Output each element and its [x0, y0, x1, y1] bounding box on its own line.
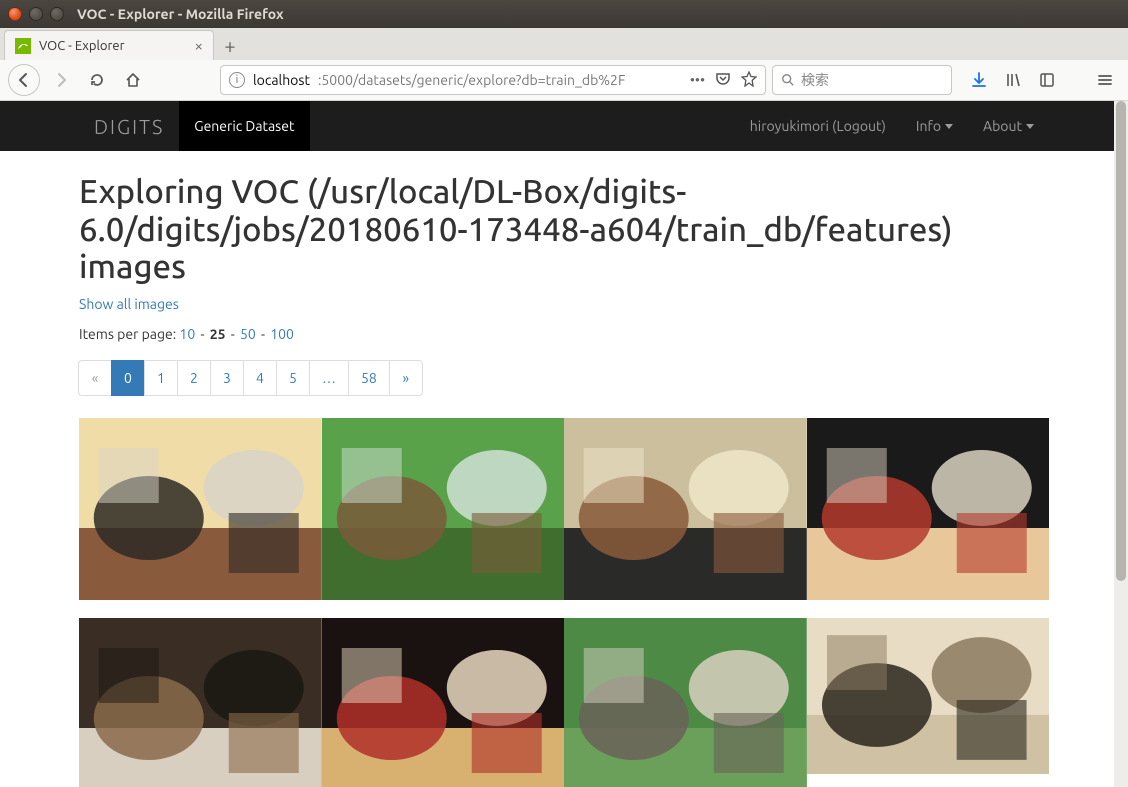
- browser-tab-active[interactable]: VOC - Explorer ×: [4, 30, 214, 60]
- pagination: « 0 1 2 3 4 5 … 58 »: [79, 360, 1049, 396]
- page-2[interactable]: 2: [177, 360, 211, 396]
- window-close-button[interactable]: [8, 7, 22, 21]
- caret-down-icon: [945, 124, 953, 129]
- pocket-icon[interactable]: [715, 71, 731, 90]
- page-next[interactable]: »: [389, 360, 423, 396]
- page-3[interactable]: 3: [210, 360, 244, 396]
- items-per-page: Items per page: 10 - 25 - 50 - 100: [79, 326, 1049, 342]
- search-icon: [781, 73, 795, 87]
- page-content: Exploring VOC (/usr/local/DL-Box/digits-…: [79, 151, 1049, 787]
- caret-down-icon: [1026, 124, 1034, 129]
- img-sheep[interactable]: [807, 618, 1050, 774]
- url-host: localhost: [253, 72, 310, 88]
- window-minimize-button[interactable]: [29, 7, 43, 21]
- home-button[interactable]: [118, 65, 148, 95]
- page-ellipsis[interactable]: …: [309, 360, 349, 396]
- url-bar[interactable]: i localhost :5000/datasets/generic/explo…: [220, 65, 766, 95]
- img-interior-dining[interactable]: [79, 418, 322, 600]
- gallery-row-1: [79, 418, 1049, 600]
- url-path: :5000/datasets/generic/explore?db=train_…: [318, 72, 682, 88]
- page-4[interactable]: 4: [243, 360, 277, 396]
- page-viewport: DIGITS Generic Dataset hiroyukimori (Log…: [0, 101, 1128, 787]
- image-gallery: [79, 418, 1049, 787]
- tab-close-icon[interactable]: ×: [195, 37, 203, 54]
- nav-user-logout[interactable]: hiroyukimori (Logout): [735, 118, 901, 134]
- site-info-icon[interactable]: i: [229, 72, 245, 88]
- browser-tab-title: VOC - Explorer: [39, 39, 125, 53]
- gallery-row-2: [79, 618, 1049, 787]
- img-cows-field[interactable]: [322, 418, 565, 600]
- page-title: Exploring VOC (/usr/local/DL-Box/digits-…: [79, 173, 1049, 286]
- page-58[interactable]: 58: [348, 360, 390, 396]
- browser-tabstrip: VOC - Explorer × +: [0, 28, 1128, 60]
- search-bar[interactable]: 検索: [772, 65, 952, 95]
- ipp-100[interactable]: 100: [270, 326, 294, 342]
- page-1[interactable]: 1: [144, 360, 178, 396]
- menu-button[interactable]: [1090, 65, 1120, 95]
- browser-toolbar: i localhost :5000/datasets/generic/explo…: [0, 60, 1128, 101]
- forward-button[interactable]: [46, 65, 76, 95]
- page-5[interactable]: 5: [276, 360, 310, 396]
- nvidia-favicon-icon: [15, 38, 31, 54]
- brand-logo[interactable]: DIGITS: [79, 115, 179, 138]
- sidebar-button[interactable]: [1032, 65, 1062, 95]
- window-titlebar: VOC - Explorer - Mozilla Firefox: [0, 0, 1128, 28]
- meatball-icon[interactable]: •••: [690, 72, 705, 88]
- img-greyhound-run[interactable]: [564, 618, 807, 787]
- bookmark-star-icon[interactable]: [741, 71, 757, 90]
- nav-info-dropdown[interactable]: Info: [901, 118, 968, 134]
- ipp-25: 25: [210, 326, 226, 342]
- nav-generic-dataset[interactable]: Generic Dataset: [179, 101, 309, 151]
- page-0[interactable]: 0: [111, 360, 145, 396]
- downloads-button[interactable]: [964, 65, 994, 95]
- window-title: VOC - Explorer - Mozilla Firefox: [77, 6, 284, 22]
- ipp-50[interactable]: 50: [240, 326, 256, 342]
- library-button[interactable]: [998, 65, 1028, 95]
- app-navbar: DIGITS Generic Dataset hiroyukimori (Log…: [0, 101, 1128, 151]
- show-all-images-link[interactable]: Show all images: [79, 296, 1049, 312]
- img-woman-kitten[interactable]: [807, 418, 1050, 600]
- img-mother-child[interactable]: [322, 618, 565, 787]
- reload-button[interactable]: [82, 65, 112, 95]
- ipp-10[interactable]: 10: [179, 326, 195, 342]
- window-maximize-button[interactable]: [50, 7, 64, 21]
- back-button[interactable]: [8, 64, 40, 96]
- nav-about-dropdown[interactable]: About: [968, 118, 1049, 134]
- page-prev[interactable]: «: [78, 360, 112, 396]
- search-placeholder: 検索: [801, 70, 829, 90]
- img-living-room[interactable]: [564, 418, 807, 600]
- vertical-scrollbar[interactable]: [1114, 101, 1128, 787]
- ipp-label: Items per page:: [79, 326, 176, 342]
- new-tab-button[interactable]: +: [214, 30, 246, 60]
- img-pitbull-door[interactable]: [79, 618, 322, 787]
